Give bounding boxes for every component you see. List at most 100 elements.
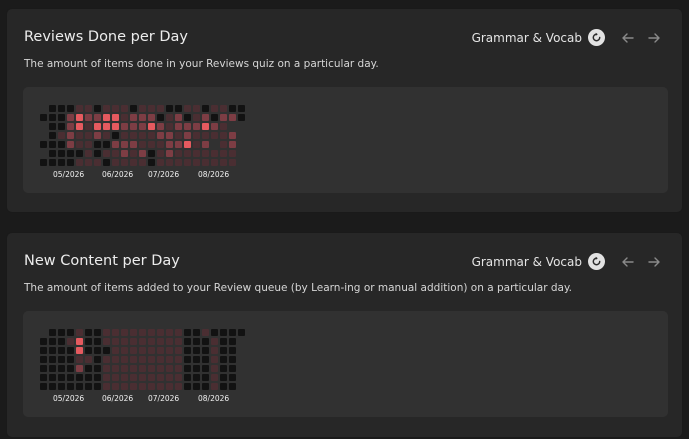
heatmap-cell[interactable]: [229, 141, 236, 148]
heatmap-cell[interactable]: [202, 374, 209, 381]
heatmap-cell[interactable]: [184, 365, 191, 372]
heatmap-cell[interactable]: [193, 150, 200, 157]
heatmap-cell[interactable]: [229, 159, 236, 166]
heatmap-cell[interactable]: [121, 150, 128, 157]
heatmap-cell[interactable]: [58, 114, 65, 121]
heatmap-cell[interactable]: [85, 338, 92, 345]
heatmap-cell[interactable]: [139, 347, 146, 354]
heatmap-cell[interactable]: [67, 365, 74, 372]
heatmap-cell[interactable]: [49, 132, 56, 139]
heatmap-cell[interactable]: [139, 123, 146, 130]
heatmap-cell[interactable]: [130, 114, 137, 121]
heatmap-cell[interactable]: [184, 356, 191, 363]
heatmap-cell[interactable]: [49, 347, 56, 354]
heatmap-cell[interactable]: [184, 150, 191, 157]
heatmap-cell[interactable]: [76, 159, 83, 166]
heatmap-cell[interactable]: [166, 141, 173, 148]
heatmap-cell[interactable]: [130, 338, 137, 345]
chevron-left-icon[interactable]: [620, 254, 636, 270]
heatmap-cell[interactable]: [175, 383, 182, 390]
heatmap-cell[interactable]: [112, 365, 119, 372]
heatmap-cell[interactable]: [58, 150, 65, 157]
heatmap-cell[interactable]: [238, 329, 245, 336]
heatmap-cell[interactable]: [157, 356, 164, 363]
heatmap-cell[interactable]: [148, 374, 155, 381]
heatmap-cell[interactable]: [130, 105, 137, 112]
heatmap-cell[interactable]: [157, 123, 164, 130]
heatmap-cell[interactable]: [148, 114, 155, 121]
heatmap-cell[interactable]: [175, 123, 182, 130]
heatmap-cell[interactable]: [103, 105, 110, 112]
heatmap-cell[interactable]: [103, 159, 110, 166]
heatmap-cell[interactable]: [40, 347, 47, 354]
refresh-icon[interactable]: [588, 253, 605, 270]
heatmap-cell[interactable]: [157, 365, 164, 372]
heatmap-cell[interactable]: [139, 150, 146, 157]
heatmap-cell[interactable]: [103, 374, 110, 381]
heatmap-cell[interactable]: [49, 114, 56, 121]
heatmap-cell[interactable]: [121, 132, 128, 139]
heatmap-cell[interactable]: [49, 159, 56, 166]
heatmap-cell[interactable]: [157, 329, 164, 336]
heatmap-cell[interactable]: [130, 383, 137, 390]
heatmap-cell[interactable]: [67, 114, 74, 121]
heatmap-cell[interactable]: [130, 123, 137, 130]
heatmap-cell[interactable]: [85, 141, 92, 148]
heatmap-cell[interactable]: [157, 374, 164, 381]
heatmap-cell[interactable]: [220, 114, 227, 121]
heatmap-cell[interactable]: [184, 383, 191, 390]
heatmap-cell[interactable]: [229, 365, 236, 372]
heatmap-cell[interactable]: [112, 141, 119, 148]
heatmap-cell[interactable]: [76, 114, 83, 121]
heatmap-cell[interactable]: [67, 347, 74, 354]
heatmap-cell[interactable]: [112, 338, 119, 345]
heatmap-cell[interactable]: [49, 123, 56, 130]
heatmap-cell[interactable]: [121, 141, 128, 148]
heatmap-cell[interactable]: [202, 141, 209, 148]
heatmap-cell[interactable]: [58, 365, 65, 372]
heatmap-cell[interactable]: [58, 374, 65, 381]
heatmap-cell[interactable]: [76, 123, 83, 130]
heatmap-cell[interactable]: [211, 347, 218, 354]
heatmap-cell[interactable]: [175, 150, 182, 157]
chevron-left-icon[interactable]: [620, 30, 636, 46]
heatmap-cell[interactable]: [76, 374, 83, 381]
heatmap-cell[interactable]: [166, 123, 173, 130]
heatmap-cell[interactable]: [103, 132, 110, 139]
heatmap-cell[interactable]: [157, 150, 164, 157]
heatmap-cell[interactable]: [220, 123, 227, 130]
heatmap-cell[interactable]: [175, 132, 182, 139]
heatmap-cell[interactable]: [121, 383, 128, 390]
heatmap-cell[interactable]: [211, 365, 218, 372]
heatmap-cell[interactable]: [211, 114, 218, 121]
heatmap-cell[interactable]: [85, 123, 92, 130]
heatmap-cell[interactable]: [166, 383, 173, 390]
heatmap-cell[interactable]: [121, 159, 128, 166]
heatmap-cell[interactable]: [67, 374, 74, 381]
heatmap-cell[interactable]: [130, 141, 137, 148]
heatmap-cell[interactable]: [175, 141, 182, 148]
heatmap-cell[interactable]: [184, 338, 191, 345]
heatmap-cell[interactable]: [76, 105, 83, 112]
heatmap-cell[interactable]: [40, 383, 47, 390]
heatmap-cell[interactable]: [184, 347, 191, 354]
heatmap-cell[interactable]: [202, 150, 209, 157]
heatmap-cell[interactable]: [76, 150, 83, 157]
heatmap-cell[interactable]: [130, 329, 137, 336]
heatmap-cell[interactable]: [202, 347, 209, 354]
heatmap-cell[interactable]: [166, 132, 173, 139]
heatmap-cell[interactable]: [121, 365, 128, 372]
heatmap-cell[interactable]: [193, 159, 200, 166]
heatmap-cell[interactable]: [220, 150, 227, 157]
heatmap-cell[interactable]: [211, 123, 218, 130]
heatmap-cell[interactable]: [229, 105, 236, 112]
heatmap-cell[interactable]: [229, 374, 236, 381]
heatmap-cell[interactable]: [202, 132, 209, 139]
heatmap-cell[interactable]: [103, 114, 110, 121]
heatmap-cell[interactable]: [121, 374, 128, 381]
heatmap-cell[interactable]: [166, 347, 173, 354]
heatmap-cell[interactable]: [112, 114, 119, 121]
heatmap-cell[interactable]: [184, 329, 191, 336]
heatmap-cell[interactable]: [103, 123, 110, 130]
heatmap-cell[interactable]: [175, 329, 182, 336]
